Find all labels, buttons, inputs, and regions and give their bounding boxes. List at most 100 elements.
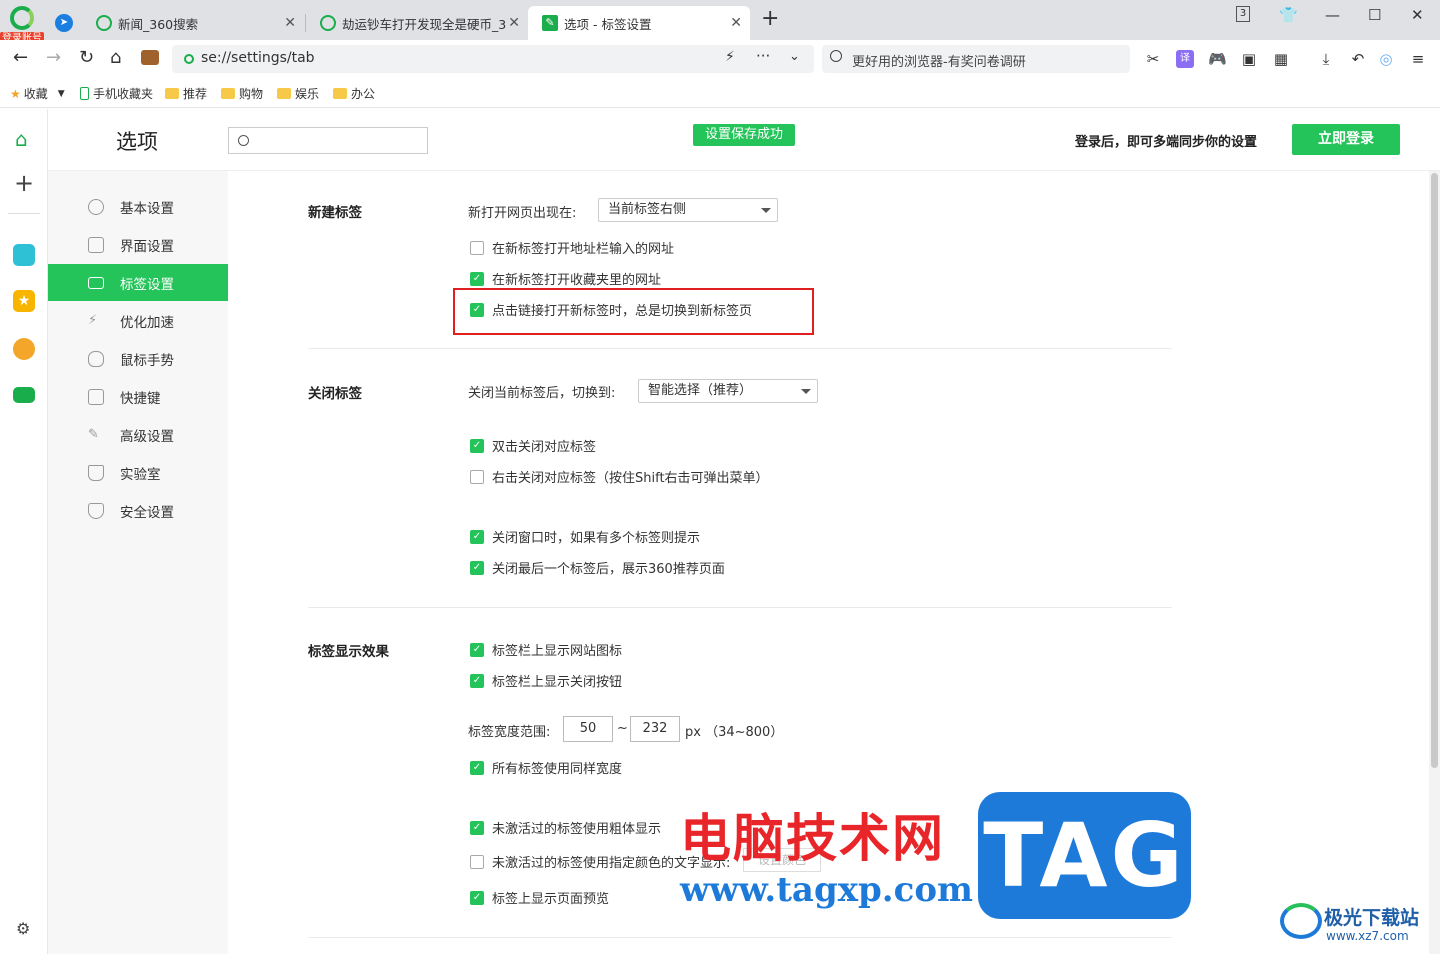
search-input[interactable]: 更好用的浏览器-有奖问卷调研	[852, 51, 1026, 70]
lightning-icon[interactable]: ⚡	[725, 49, 735, 65]
forward-button[interactable]: →	[46, 48, 61, 68]
home-button[interactable]: ⌂	[110, 48, 121, 68]
option-bold-inactive[interactable]: ✓ 未激活过的标签使用粗体显示	[470, 818, 661, 837]
tab-news-360[interactable]: 新闻_360搜索 ✕	[82, 6, 304, 40]
option-rightclick-close[interactable]: 右击关闭对应标签（按住Shift右击可弹出菜单）	[470, 467, 769, 486]
gamepad-icon[interactable]: 🎮	[1208, 50, 1227, 68]
scissors-icon[interactable]: ✂	[1144, 50, 1162, 68]
checkbox-checked[interactable]: ✓	[470, 438, 484, 453]
minimize-button[interactable]: —	[1325, 6, 1340, 24]
tab-width-label: 标签宽度范围:	[468, 725, 551, 740]
bookmark-favorites[interactable]: ★ 收藏 ▼	[10, 85, 65, 102]
skin-shirt-icon[interactable]: 👕	[1279, 6, 1298, 24]
option-warn-multiple-tabs[interactable]: ✓ 关闭窗口时，如果有多个标签则提示	[470, 527, 700, 546]
nav-security[interactable]: 安全设置	[48, 492, 228, 529]
bookmark-folder-recommend[interactable]: 推荐	[165, 85, 207, 102]
checkbox-checked[interactable]: ✓	[470, 560, 484, 575]
chevron-down-icon[interactable]: ⌄	[789, 49, 800, 64]
address-bar[interactable]: se://settings/tab ⚡ ··· ⌄	[172, 45, 814, 73]
close-icon[interactable]: ✕	[284, 15, 296, 31]
checkbox[interactable]	[470, 854, 484, 869]
new-tab-button[interactable]: +	[761, 8, 779, 30]
checkbox-checked[interactable]: ✓	[470, 271, 484, 286]
option-page-preview[interactable]: ✓ 标签上显示页面预览	[470, 888, 609, 907]
checkbox-checked[interactable]: ✓	[470, 890, 484, 905]
menu-icon[interactable]: ≡	[1409, 50, 1427, 68]
folder-icon	[221, 88, 235, 99]
more-icon[interactable]: ···	[756, 47, 770, 65]
nav-interface[interactable]: 界面设置	[48, 226, 228, 263]
apps-grid-icon[interactable]: ▦	[1272, 50, 1290, 68]
checkbox-checked[interactable]: ✓	[470, 529, 484, 544]
login-button[interactable]: 立即登录	[1292, 124, 1400, 155]
folder-icon	[165, 88, 179, 99]
mail-icon[interactable]	[13, 387, 35, 403]
nav-optimize[interactable]: ⚡ 优化加速	[48, 302, 228, 339]
shield-icon	[88, 502, 104, 519]
close-icon[interactable]: ✕	[508, 15, 520, 31]
weibo-icon[interactable]	[13, 338, 35, 360]
settings-gear-icon[interactable]: ⚙	[16, 919, 30, 938]
checkbox-checked[interactable]: ✓	[470, 642, 484, 657]
reload-button[interactable]: ↻	[79, 48, 94, 68]
maximize-button[interactable]: ☐	[1368, 6, 1381, 24]
plugin-icon[interactable]	[13, 244, 35, 266]
home-icon[interactable]: ⌂	[15, 127, 28, 151]
wrench-icon: ✎	[88, 426, 99, 442]
download-icon[interactable]: ⤓	[1317, 50, 1335, 68]
briefcase-icon[interactable]	[141, 50, 159, 65]
option-doubleclick-close[interactable]: ✓ 双击关闭对应标签	[470, 436, 596, 455]
option-same-width[interactable]: ✓ 所有标签使用同样宽度	[470, 758, 622, 777]
checkbox[interactable]	[470, 240, 484, 255]
undo-icon[interactable]: ↶	[1349, 50, 1367, 68]
nav-lab[interactable]: 实验室	[48, 454, 228, 491]
option-open-addressbar-newtab[interactable]: 在新标签打开地址栏输入的网址	[470, 238, 674, 257]
nav-shortcuts[interactable]: 快捷键	[48, 378, 228, 415]
tab-article[interactable]: 劫运钞车打开发现全是硬币_36 ✕	[306, 6, 528, 40]
folder-icon	[277, 88, 291, 99]
back-button[interactable]: ←	[13, 48, 28, 68]
bookmark-mobile[interactable]: 手机收藏夹	[80, 85, 153, 102]
telegram-icon[interactable]: ➤	[55, 14, 73, 32]
browser-logo-icon[interactable]	[10, 6, 34, 30]
nav-advanced[interactable]: ✎ 高级设置	[48, 416, 228, 453]
bookmark-folder-entertainment[interactable]: 娱乐	[277, 85, 319, 102]
caret-down-icon: ▼	[57, 88, 65, 99]
checkbox-checked[interactable]: ✓	[470, 820, 484, 835]
tab-width-min-input[interactable]: 50	[563, 716, 613, 742]
checkbox[interactable]	[470, 469, 484, 484]
tab-settings[interactable]: ✎ 选项 - 标签设置 ✕	[528, 6, 750, 40]
scrollbar[interactable]	[1429, 171, 1440, 954]
settings-search-input[interactable]	[228, 127, 428, 154]
switch-after-close-select[interactable]: 智能选择（推荐）	[638, 379, 818, 403]
switch-after-close-label: 关闭当前标签后，切换到:	[468, 386, 616, 401]
add-icon[interactable]: +	[14, 171, 34, 195]
option-show-site-icon[interactable]: ✓ 标签栏上显示网站图标	[470, 640, 622, 659]
star-favorites-icon[interactable]: ★	[13, 290, 35, 312]
open-position-select[interactable]: 当前标签右侧	[598, 198, 778, 222]
scrollbar-thumb[interactable]	[1431, 173, 1438, 768]
search-box[interactable]: 更好用的浏览器-有奖问卷调研	[822, 45, 1130, 73]
folder-icon	[333, 88, 347, 99]
bookmark-folder-office[interactable]: 办公	[333, 85, 375, 102]
translate-icon[interactable]: 译	[1176, 50, 1194, 68]
option-show-close-button[interactable]: ✓ 标签栏上显示关闭按钮	[470, 671, 622, 690]
tab-icon	[88, 276, 104, 289]
tab-width-max-input[interactable]: 232	[630, 716, 680, 742]
nav-basic[interactable]: 基本设置	[48, 188, 228, 225]
tab-count-button[interactable]: 3	[1236, 6, 1250, 22]
page-title: 选项	[116, 130, 158, 154]
option-open-favorites-newtab[interactable]: ✓ 在新标签打开收藏夹里的网址	[470, 269, 661, 288]
checkbox-checked[interactable]: ✓	[470, 673, 484, 688]
accelerator-icon[interactable]: ◎	[1377, 50, 1395, 68]
bookmark-folder-shopping[interactable]: 购物	[221, 85, 263, 102]
close-icon[interactable]: ✕	[730, 15, 742, 31]
close-window-button[interactable]: ✕	[1411, 6, 1424, 24]
checkbox-checked[interactable]: ✓	[470, 760, 484, 775]
url-text[interactable]: se://settings/tab	[201, 50, 315, 66]
site-url: www.xz7.com	[1326, 929, 1409, 943]
reader-icon[interactable]: ▣	[1240, 50, 1258, 68]
nav-mouse[interactable]: 鼠标手势	[48, 340, 228, 377]
nav-tabs[interactable]: 标签设置	[48, 264, 228, 301]
option-show-360-page[interactable]: ✓ 关闭最后一个标签后，展示360推荐页面	[470, 558, 725, 577]
